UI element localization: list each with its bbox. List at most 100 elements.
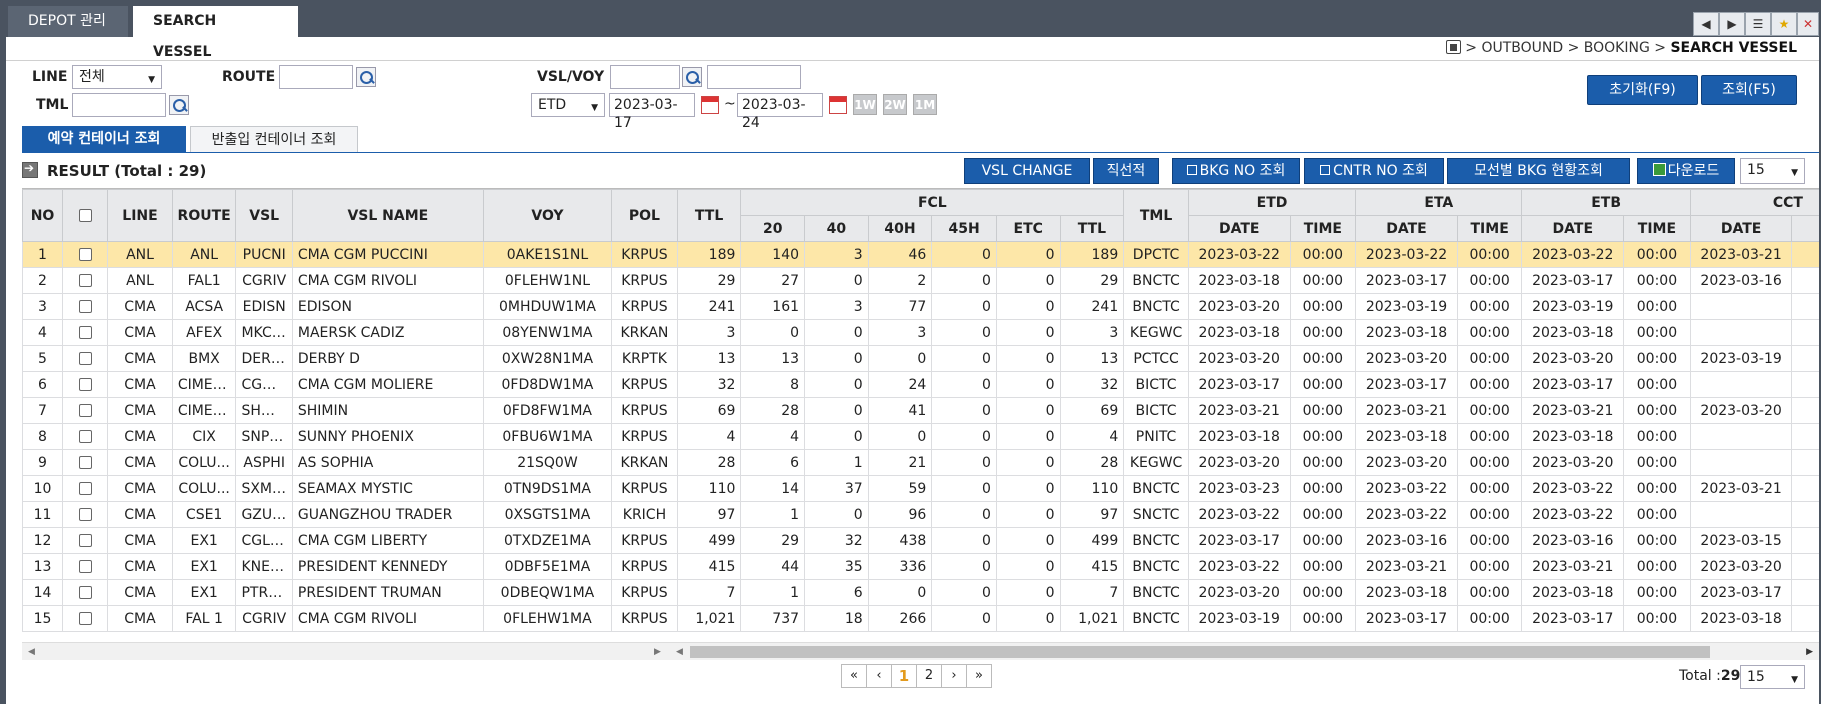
row-checkbox[interactable] [78,352,92,365]
col-eta-time[interactable]: TIME [1456,215,1523,242]
col-ttl[interactable]: TTL [676,189,742,242]
reset-button[interactable]: 초기화(F9) [1587,75,1698,105]
col-fcl-ttl[interactable]: TTL [1059,215,1125,242]
row-checkbox[interactable] [78,248,92,261]
date-from-calendar-icon[interactable] [701,96,719,114]
col-fcl-etc[interactable]: ETC [995,215,1061,242]
table-row[interactable]: 4 CMA AFEX MKCAZ MAERSK CADIZ 08YENW1MA KRKAN 3… [22,319,1819,346]
scroll-left-main-icon[interactable]: ◀ [676,647,683,657]
scroll-right-icon[interactable]: ▶ [1806,647,1813,657]
quick-2w-button[interactable]: 2W [883,94,907,115]
horizontal-scrollbar[interactable]: ◀ ▶ ◀ ▶ [22,642,1819,660]
close-all-tabs-icon[interactable]: ✕ [1797,12,1819,36]
route-search-icon[interactable] [356,67,376,87]
vsl-input[interactable] [610,65,680,89]
col-eta-date[interactable]: DATE [1355,215,1458,242]
col-etd-time[interactable]: TIME [1289,215,1357,242]
table-row[interactable]: 2 ANL FAL1 CGRIV CMA CGM RIVOLI 0FLEHW1NL KRPU… [22,267,1819,294]
row-checkbox[interactable] [78,560,92,573]
home-icon[interactable] [1445,40,1461,54]
col-fcl-45h[interactable]: 45H [931,215,997,242]
line-select[interactable]: 전체 [72,65,162,89]
table-row[interactable]: 10 CMA COLU... SXMYS SEAMAX MYSTIC 0TN9DS1MA K… [22,475,1819,502]
col-fcl-40[interactable]: 40 [804,215,869,242]
table-row[interactable]: 14 CMA EX1 PTRUM PRESIDENT TRUMAN 0DBEQW1MA KR… [22,579,1819,606]
col-cct-time[interactable]: TIME [1791,215,1819,242]
date-to-input[interactable]: 2023-03-24 [737,93,823,131]
bkg-no-search-button[interactable]: BKG NO 조회 [1172,158,1300,184]
col-pol[interactable]: POL [611,189,678,242]
tab-scroll-right-icon[interactable]: ▶ [1719,12,1745,36]
col-cct-date[interactable]: DATE [1689,215,1793,242]
table-row[interactable]: 3 CMA ACSA EDISN EDISON 0MHDUW1MA KRPUS 241 161 3… [22,293,1819,320]
table-row[interactable]: 8 CMA CIX SNPHX SUNNY PHOENIX 0FBU6W1MA KRPUS 4… [22,423,1819,450]
table-row[interactable]: 6 CMA CIMEX... CGMOL CMA CGM MOLIERE 0FD8DW1M… [22,371,1819,398]
page-size-select-bottom[interactable]: 15 [1740,665,1805,689]
select-all-checkbox[interactable] [78,209,92,222]
row-checkbox[interactable] [78,586,92,599]
col-vsl-name[interactable]: VSL NAME [291,189,484,242]
last-page-button[interactable]: » [966,664,992,688]
table-row[interactable]: 13 CMA EX1 KNEDY PRESIDENT KENNEDY 0DBF5E1MA K… [22,553,1819,580]
table-row[interactable]: 12 CMA EX1 CGLBY CMA CGM LIBERTY 0TXDZE1MA KRP… [22,527,1819,554]
search-button[interactable]: 조회(F5) [1701,75,1797,105]
col-etb-time[interactable]: TIME [1623,215,1691,242]
col-no[interactable]: NO [22,189,64,242]
route-input[interactable] [279,65,353,89]
page-size-select-top[interactable]: 15 [1740,158,1805,184]
tab-booking-containers[interactable]: 예약 컨테이너 조회 [22,126,186,152]
row-checkbox[interactable] [78,430,92,443]
col-line[interactable]: LINE [107,189,173,242]
favorite-star-icon[interactable]: ★ [1771,12,1797,36]
table-row[interactable]: 9 CMA COLU... ASPHI AS SOPHIA 21SQ0W KRKAN 28 6 1… [22,449,1819,476]
tab-gate-containers[interactable]: 반출입 컨테이너 조회 [190,126,358,152]
col-fcl-40h[interactable]: 40H [867,215,933,242]
page-2-button[interactable]: 2 [916,664,942,688]
tab-list-icon[interactable]: ☰ [1745,12,1771,36]
quick-1m-button[interactable]: 1M [913,94,937,115]
row-checkbox[interactable] [78,404,92,417]
col-fcl-20[interactable]: 20 [740,215,806,242]
row-checkbox[interactable] [78,274,92,287]
tml-search-icon[interactable] [169,95,189,115]
tml-input[interactable] [72,93,166,117]
first-page-button[interactable]: « [841,664,867,688]
table-row[interactable]: 1 ANL ANL PUCNI CMA CGM PUCCINI 0AKE1S1NL KRPU… [22,241,1819,268]
vsl-change-button[interactable]: VSL CHANGE [964,158,1090,184]
col-tml[interactable]: TML [1123,189,1189,242]
direct-button[interactable]: 직선적 [1093,158,1159,184]
row-checkbox[interactable] [78,378,92,391]
table-row[interactable]: 7 CMA CIMEX... SHMIN SHIMIN 0FD8FW1MA KRPUS 69 2… [22,397,1819,424]
cntr-no-search-button[interactable]: CNTR NO 조회 [1304,158,1444,184]
row-checkbox[interactable] [78,612,92,625]
scroll-left-icon[interactable]: ◀ [28,647,35,657]
table-row[interactable]: 15 CMA FAL 1 CGRIV CMA CGM RIVOLI 0FLEHW1MA KR… [22,605,1819,632]
col-voy[interactable]: VOY [482,189,613,242]
tab-scroll-left-icon[interactable]: ◀ [1693,12,1719,36]
quick-1w-button[interactable]: 1W [853,94,877,115]
table-row[interactable]: 5 CMA BMX DERBD DERBY D 0XW28N1MA KRPTK 13 13 0 0 0… [22,345,1819,372]
vsl-search-icon[interactable] [682,67,702,87]
col-etb-date[interactable]: DATE [1521,215,1625,242]
download-button[interactable]: 다운로드 [1637,158,1735,184]
scrollbar-thumb[interactable] [690,646,1710,658]
row-checkbox[interactable] [78,482,92,495]
voy-input[interactable] [707,65,801,89]
row-checkbox[interactable] [78,456,92,469]
page-1-button[interactable]: 1 [891,664,917,688]
col-vsl[interactable]: VSL [235,189,293,242]
next-page-button[interactable]: › [941,664,967,688]
scroll-right-frozen-icon[interactable]: ▶ [654,647,661,657]
date-to-calendar-icon[interactable] [829,96,847,114]
tab-depot[interactable]: DEPOT 관리 [8,6,128,37]
row-checkbox[interactable] [78,534,92,547]
prev-page-button[interactable]: ‹ [866,664,892,688]
vessel-bkg-status-button[interactable]: 모선별 BKG 현황조회 [1447,158,1630,184]
tab-search-vessel[interactable]: SEARCH VESSEL [133,6,298,60]
date-from-input[interactable]: 2023-03-17 [609,93,695,131]
date-type-select[interactable]: ETD [531,93,605,117]
col-etd-date[interactable]: DATE [1187,215,1291,242]
row-checkbox[interactable] [78,300,92,313]
col-route[interactable]: ROUTE [171,189,237,242]
table-row[interactable]: 11 CMA CSE1 GZUTD GUANGZHOU TRADER 0XSGTS1MA K… [22,501,1819,528]
